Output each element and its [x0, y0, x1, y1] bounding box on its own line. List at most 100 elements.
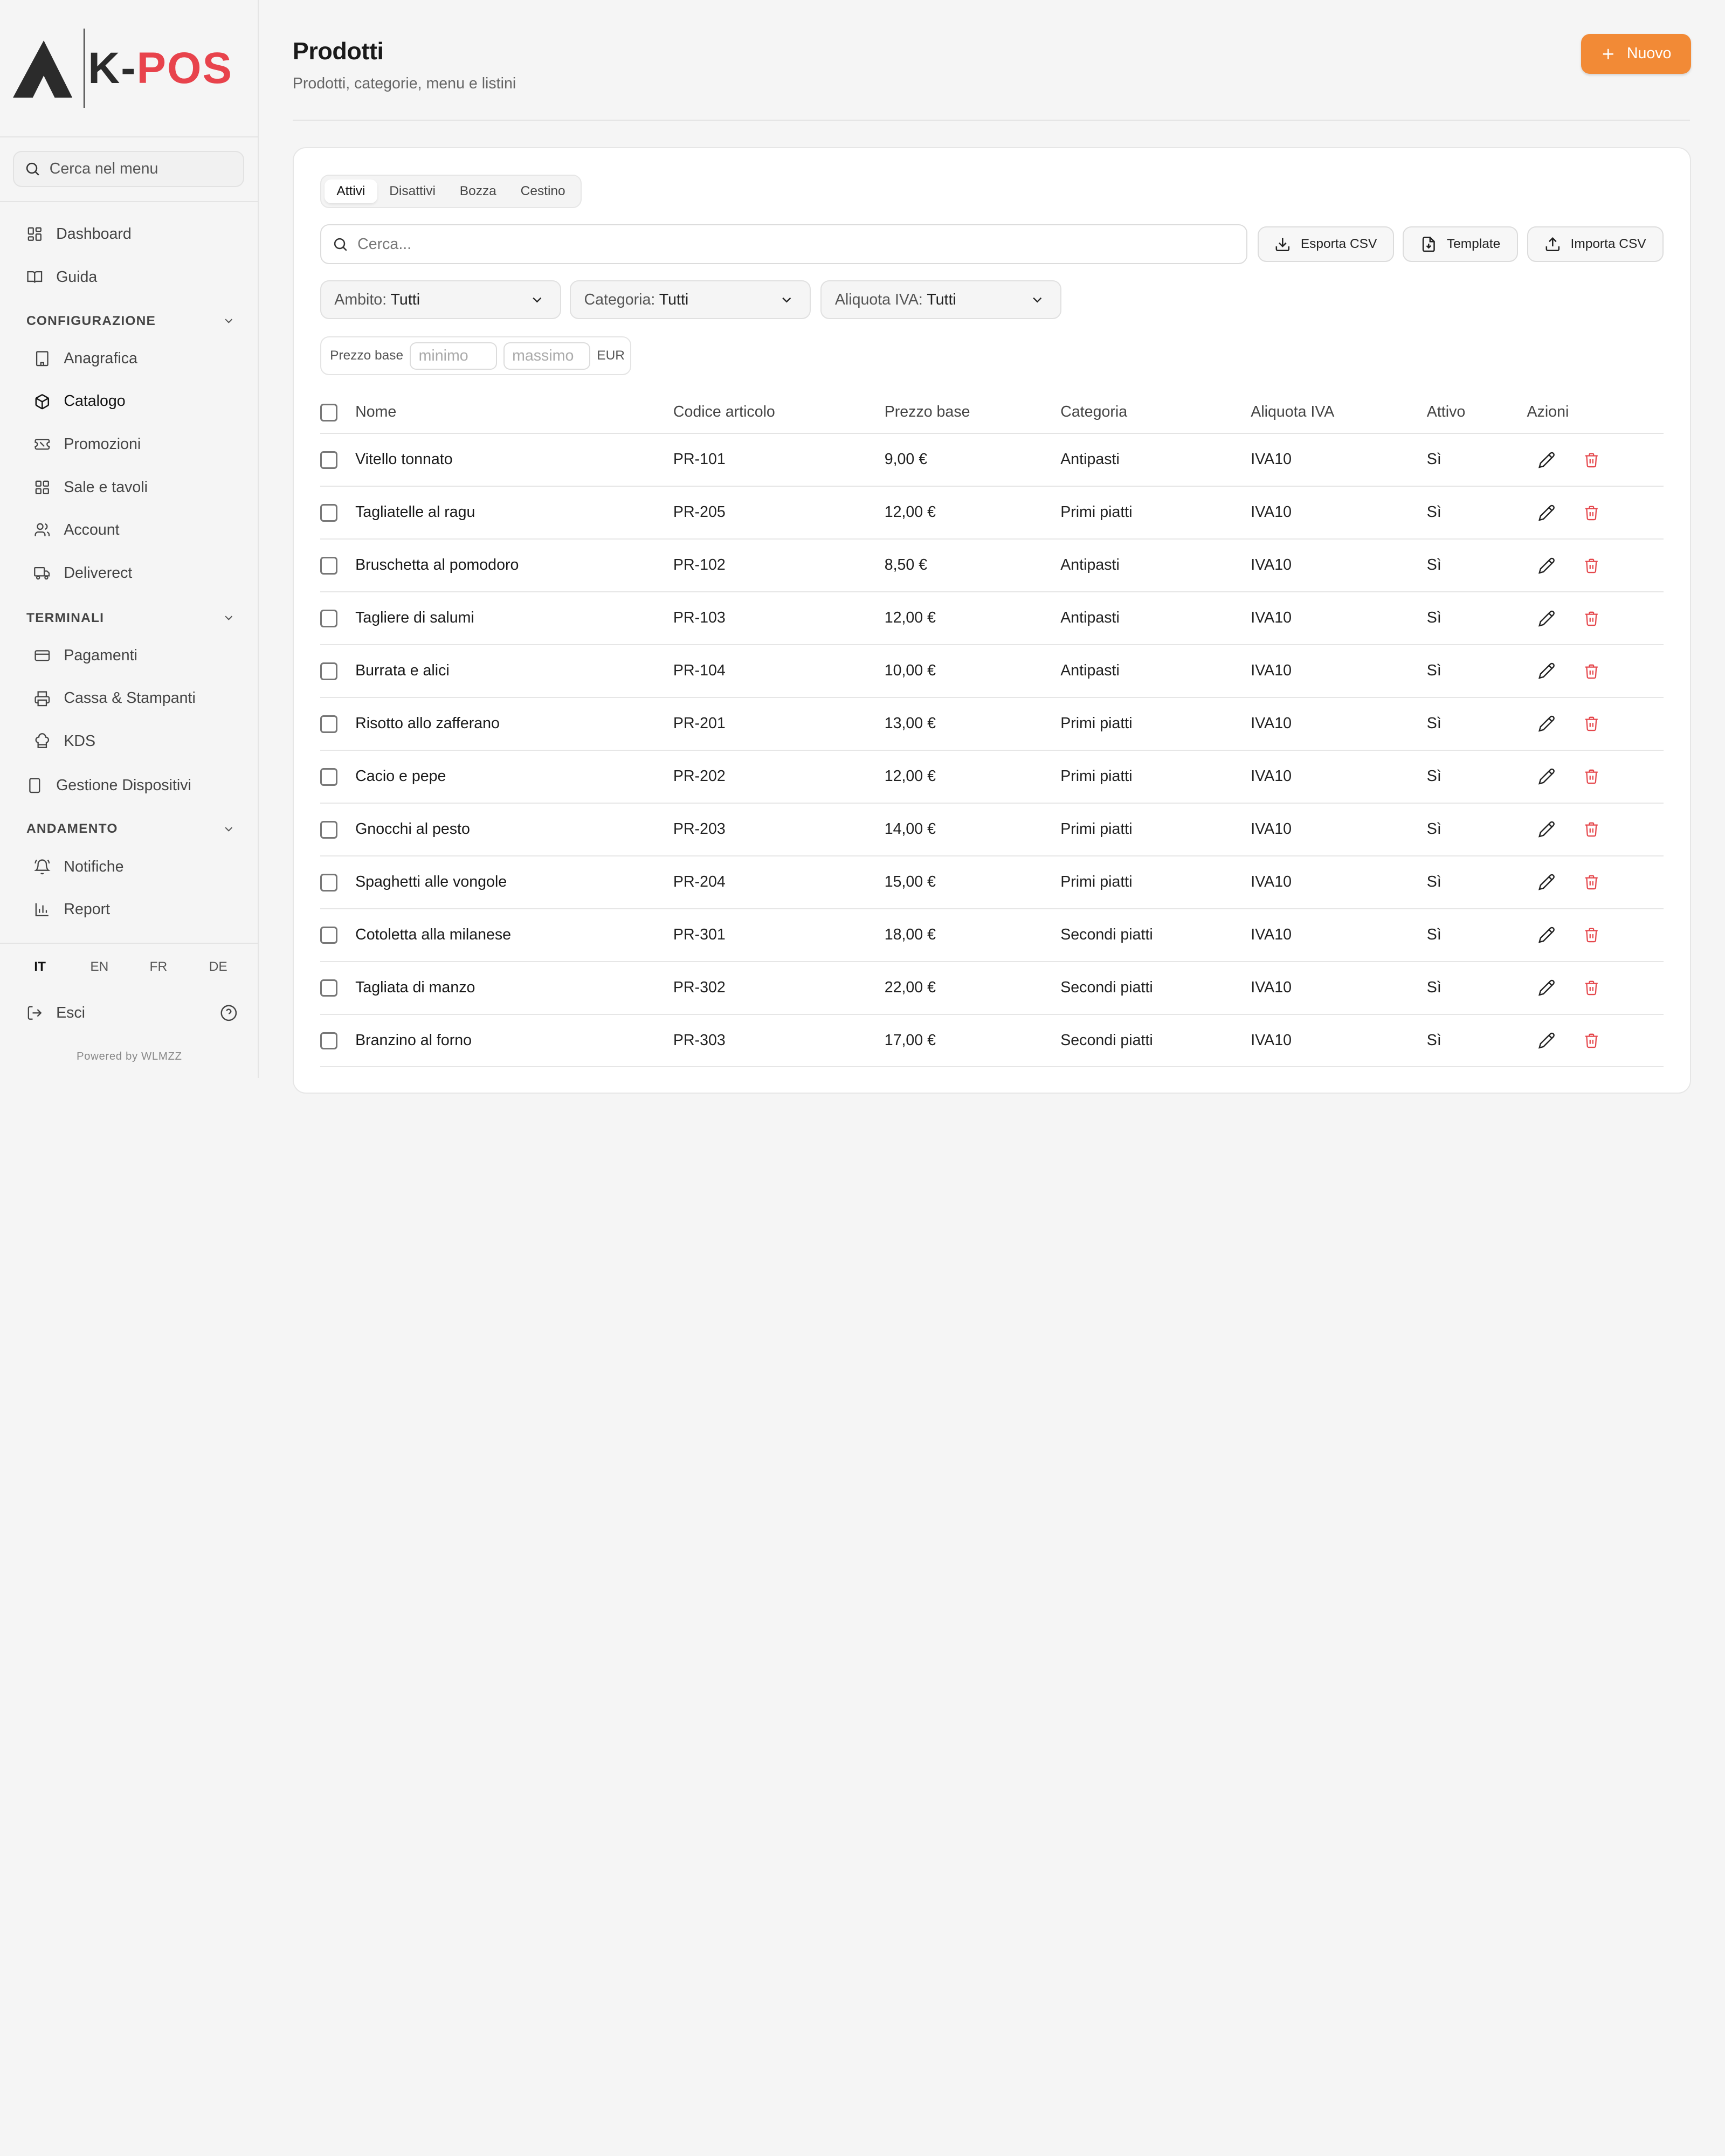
logout-button[interactable]: Esci — [26, 1004, 85, 1022]
edit-icon[interactable] — [1538, 926, 1556, 944]
sidebar-item-notifiche[interactable]: Notifiche — [34, 854, 123, 880]
table-row[interactable]: Bruschetta al pomodoro PR-102 8,50 € Antipa… — [320, 538, 1664, 592]
language-en[interactable]: EN — [90, 959, 108, 975]
currency-label: EUR — [597, 348, 625, 363]
price-max-input[interactable]: massimo — [503, 342, 591, 370]
row-checkbox[interactable] — [320, 610, 338, 627]
delete-icon[interactable] — [1583, 821, 1600, 838]
column-header-aliquota[interactable]: Aliquota IVA — [1251, 391, 1427, 434]
product-search-input[interactable]: Cerca... — [320, 224, 1248, 264]
language-it[interactable]: IT — [34, 959, 46, 975]
delete-icon[interactable] — [1583, 768, 1600, 785]
sidebar-item-deliverect[interactable]: Deliverect — [34, 560, 132, 586]
sidebar-item-report[interactable]: Report — [34, 896, 110, 923]
edit-icon[interactable] — [1538, 451, 1556, 469]
sidebar-item-gestione-dispositivi[interactable]: Gestione Dispositivi — [26, 772, 191, 799]
upload-icon — [1545, 237, 1560, 251]
edit-icon[interactable] — [1538, 715, 1556, 733]
delete-icon[interactable] — [1583, 663, 1600, 680]
edit-icon[interactable] — [1538, 873, 1556, 891]
filter-aliquota-iva[interactable]: Aliquota IVA: Tutti — [820, 280, 1062, 319]
sidebar-item-dashboard[interactable]: Dashboard — [26, 221, 132, 247]
table-row[interactable]: Burrata e alici PR-104 10,00 € Antipasti IVA… — [320, 644, 1664, 698]
table-row[interactable]: Gnocchi al pesto PR-203 14,00 € Primi piatt… — [320, 803, 1664, 856]
tab-disattivi[interactable]: Disattivi — [377, 179, 448, 203]
table-row[interactable]: Vitello tonnato PR-101 9,00 € Antipasti IVA1… — [320, 433, 1664, 487]
column-header-attivo[interactable]: Attivo — [1426, 391, 1527, 434]
row-actions — [1527, 979, 1664, 997]
delete-icon[interactable] — [1583, 1032, 1600, 1049]
row-checkbox[interactable] — [320, 715, 338, 733]
filter-categoria[interactable]: Categoria: Tutti — [570, 280, 811, 319]
edit-icon[interactable] — [1538, 820, 1556, 838]
row-checkbox[interactable] — [320, 820, 338, 839]
delete-icon[interactable] — [1583, 610, 1600, 627]
delete-icon[interactable] — [1583, 874, 1600, 890]
template-button[interactable]: Template — [1402, 226, 1519, 262]
row-checkbox[interactable] — [320, 662, 338, 680]
row-checkbox[interactable] — [320, 979, 338, 997]
tab-bozza[interactable]: Bozza — [447, 179, 508, 203]
sidebar-item-guida[interactable]: Guida — [26, 264, 97, 291]
sidebar-item-sale-e-tavoli[interactable]: Sale e tavoli — [34, 474, 148, 501]
price-min-input[interactable]: minimo — [410, 342, 497, 370]
edit-icon[interactable] — [1538, 662, 1556, 680]
table-row[interactable]: Branzino al forno PR-303 17,00 € Secondi pi… — [320, 1014, 1664, 1068]
column-header-codice[interactable]: Codice articolo — [673, 391, 885, 434]
sidebar-item-cassa-stampanti[interactable]: Cassa & Stampanti — [34, 685, 196, 711]
edit-icon[interactable] — [1538, 610, 1556, 627]
sidebar-item-pagamenti[interactable]: Pagamenti — [34, 642, 137, 669]
table-row[interactable]: Tagliata di manzo PR-302 22,00 € Secondi pi… — [320, 961, 1664, 1015]
section-terminali[interactable]: TERMINALI — [26, 611, 236, 626]
table-row[interactable]: Risotto allo zafferano PR-201 13,00 € Primi… — [320, 697, 1664, 751]
row-checkbox[interactable] — [320, 451, 338, 469]
cell-category: Secondi piatti — [1060, 1014, 1251, 1068]
sidebar-search-input[interactable]: Cerca nel menu — [13, 150, 245, 187]
language-fr[interactable]: FR — [150, 959, 168, 975]
tab-attivi[interactable]: Attivi — [324, 179, 377, 204]
sidebar-item-kds[interactable]: KDS — [34, 728, 95, 755]
edit-icon[interactable] — [1538, 768, 1556, 785]
column-header-prezzo[interactable]: Prezzo base — [884, 391, 1061, 434]
table-row[interactable]: Cacio e pepe PR-202 12,00 € Primi piatti IVA… — [320, 750, 1664, 804]
delete-icon[interactable] — [1583, 927, 1600, 943]
column-header-categoria[interactable]: Categoria — [1060, 391, 1251, 434]
chevron-down-icon — [225, 319, 233, 324]
edit-icon[interactable] — [1538, 557, 1556, 575]
section-andamento[interactable]: ANDAMENTO — [26, 821, 236, 837]
delete-icon[interactable] — [1583, 505, 1600, 521]
filter-ambito[interactable]: Ambito: Tutti — [320, 280, 561, 319]
delete-icon[interactable] — [1583, 557, 1600, 574]
tab-cestino[interactable]: Cestino — [508, 179, 577, 203]
brand-logo[interactable]: K-POS — [0, 0, 258, 138]
edit-icon[interactable] — [1538, 1032, 1556, 1049]
import-csv-button[interactable]: Importa CSV — [1527, 226, 1664, 262]
select-all-checkbox[interactable] — [320, 403, 338, 421]
section-configurazione[interactable]: CONFIGURAZIONE — [26, 314, 236, 329]
table-row[interactable]: Spaghetti alle vongole PR-204 15,00 € Primi… — [320, 855, 1664, 909]
row-checkbox[interactable] — [320, 1032, 338, 1050]
new-product-button[interactable]: Nuovo — [1581, 34, 1691, 74]
sidebar-item-account[interactable]: Account — [34, 517, 120, 543]
row-checkbox[interactable] — [320, 926, 338, 944]
row-checkbox[interactable] — [320, 768, 338, 786]
table-row[interactable]: Tagliere di salumi PR-103 12,00 € Antipasti… — [320, 591, 1664, 645]
edit-icon[interactable] — [1538, 979, 1556, 997]
export-csv-button[interactable]: Esporta CSV — [1257, 226, 1394, 262]
sidebar-item-promozioni[interactable]: Promozioni — [34, 431, 141, 458]
cell-name: Tagliata di manzo — [355, 961, 673, 1015]
sidebar-item-catalogo[interactable]: Catalogo — [34, 388, 126, 414]
row-checkbox[interactable] — [320, 504, 338, 522]
row-checkbox[interactable] — [320, 557, 338, 575]
sidebar-item-anagrafica[interactable]: Anagrafica — [34, 345, 137, 372]
table-row[interactable]: Cotoletta alla milanese PR-301 18,00 € Seco… — [320, 908, 1664, 962]
language-de[interactable]: DE — [209, 959, 227, 975]
delete-icon[interactable] — [1583, 715, 1600, 732]
table-row[interactable]: Tagliatelle al ragu PR-205 12,00 € Primi pi… — [320, 486, 1664, 540]
edit-icon[interactable] — [1538, 504, 1556, 522]
row-checkbox[interactable] — [320, 873, 338, 892]
delete-icon[interactable] — [1583, 452, 1600, 468]
delete-icon[interactable] — [1583, 979, 1600, 996]
column-header-nome[interactable]: Nome — [355, 391, 673, 434]
help-icon[interactable] — [220, 1004, 238, 1022]
